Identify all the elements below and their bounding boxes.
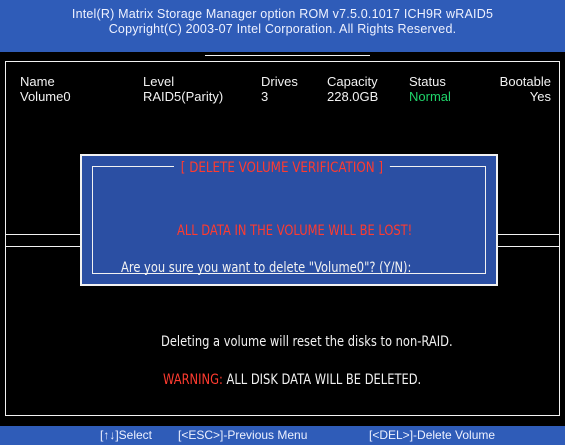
panel-right-border [559, 61, 560, 416]
volume-name: Volume0 [20, 89, 71, 104]
reset-info-text: Deleting a volume will reset the disks t… [161, 334, 453, 350]
column-header-level: Level [143, 74, 175, 89]
data-loss-warning: ALL DATA IN THE VOLUME WILL BE LOST! [177, 223, 413, 239]
key-help-bar: [↑↓]Select [<ESC>]-Previous Menu [<DEL>]… [0, 426, 565, 445]
panel-top-border [5, 61, 560, 62]
del-key-hint: [<DEL>]-Delete Volume [369, 428, 496, 442]
volume-status: Normal [409, 89, 451, 104]
panel-top-tab [205, 55, 370, 56]
volume-bootable: Yes [529, 89, 551, 104]
column-header-capacity: Capacity [327, 74, 378, 89]
volume-capacity: 228.0GB [327, 89, 379, 104]
delete-confirm-prompt[interactable]: Are you sure you want to delete "Volume0… [121, 260, 411, 276]
bios-screen: Intel(R) Matrix Storage Manager option R… [0, 0, 565, 445]
select-key-hint: [↑↓]Select [100, 428, 153, 442]
column-header-status: Status [409, 74, 446, 89]
warning-label: WARNING: [163, 372, 223, 388]
rom-version-title: Intel(R) Matrix Storage Manager option R… [71, 7, 494, 21]
copyright-notice: Copyright(C) 2003-07 Intel Corporation. … [108, 22, 457, 36]
esc-key-hint: [<ESC>]-Previous Menu [178, 428, 308, 442]
volume-drives: 3 [261, 89, 269, 104]
disk-data-warning: WARNING: ALL DISK DATA WILL BE DELETED. [163, 372, 421, 388]
column-header-name: Name [20, 74, 55, 89]
dialog-title: [ DELETE VOLUME VERIFICATION ] [174, 159, 390, 177]
volume-level: RAID5(Parity) [143, 89, 224, 104]
column-header-drives: Drives [261, 74, 298, 89]
dialog-inner-frame [92, 166, 486, 274]
panel-left-border [5, 61, 6, 416]
panel-bottom-border [5, 415, 560, 416]
warning-text: ALL DISK DATA WILL BE DELETED. [222, 372, 422, 388]
column-header-bootable: Bootable [499, 74, 551, 89]
rom-title-bar: Intel(R) Matrix Storage Manager option R… [0, 0, 565, 52]
